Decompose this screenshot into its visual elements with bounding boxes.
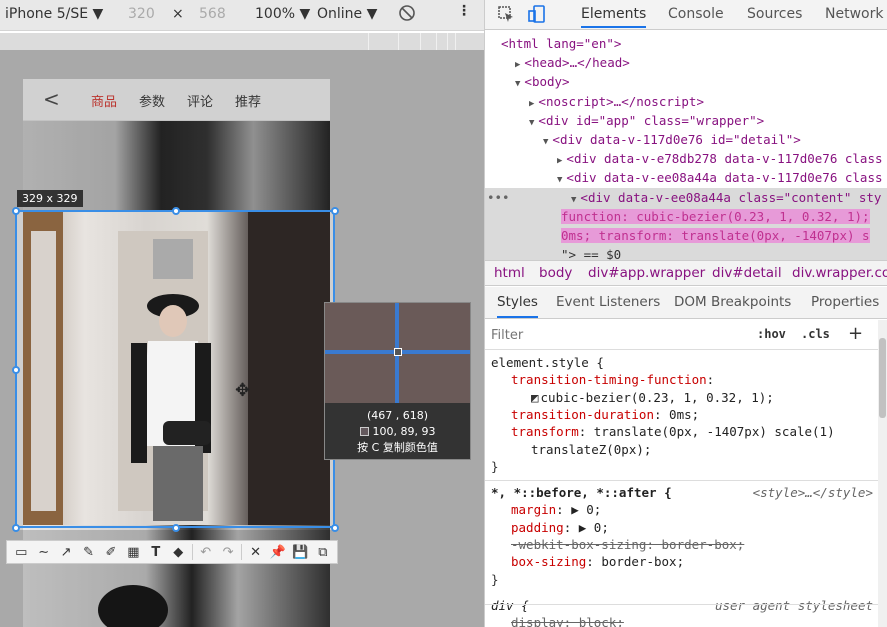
undo-icon[interactable]: ↶ bbox=[194, 541, 216, 563]
tab-network[interactable]: Network bbox=[825, 6, 883, 22]
new-rule-button[interactable]: + bbox=[848, 323, 863, 344]
tab-event-listeners[interactable]: Event Listeners bbox=[556, 294, 660, 310]
style-line[interactable]: element.style { bbox=[491, 354, 879, 371]
dom-node[interactable]: ▼ <div data-v-117d0e76 id="detail"> bbox=[543, 130, 801, 149]
cls-toggle[interactable]: .cls bbox=[801, 327, 830, 341]
curve-icon[interactable]: ∼ bbox=[32, 541, 54, 563]
rectangle-icon[interactable]: ▭ bbox=[10, 541, 32, 563]
style-line[interactable]: display: block; bbox=[511, 614, 624, 627]
height-input[interactable]: 568 bbox=[199, 6, 226, 22]
text-icon[interactable]: T bbox=[145, 541, 167, 563]
selection-size-label: 329 x 329 bbox=[17, 190, 83, 207]
dom-node[interactable]: ▼ <body> bbox=[515, 72, 570, 91]
style-line[interactable]: } bbox=[491, 571, 499, 588]
hov-toggle[interactable]: :hov bbox=[757, 327, 786, 341]
device-toolbar: iPhone 5/SE ▼ 320 × 568 100% ▼ Online ▼ … bbox=[0, 0, 484, 31]
device-toggle-icon[interactable] bbox=[528, 5, 546, 27]
magnified-view bbox=[325, 303, 470, 403]
color-magnifier: (467 , 618) 100, 89, 93 按 C 复制颜色值 bbox=[324, 302, 471, 460]
resize-handle[interactable] bbox=[172, 524, 180, 532]
inspect-icon[interactable] bbox=[497, 5, 515, 27]
dom-node[interactable]: function: cubic-bezier(0.23, 1, 0.32, 1)… bbox=[561, 207, 870, 226]
style-line[interactable]: box-sizing: border-box; bbox=[511, 553, 684, 570]
tab-sources[interactable]: Sources bbox=[747, 6, 802, 22]
arrow-icon[interactable]: ↗ bbox=[55, 541, 77, 563]
tab-console[interactable]: Console bbox=[668, 6, 724, 22]
styles-pane: element.style {transition-timing-functio… bbox=[485, 350, 880, 627]
devtools-tabbar: Elements Console Sources Network bbox=[485, 0, 887, 30]
zoom-select[interactable]: 100% ▼ bbox=[255, 6, 310, 22]
style-line[interactable]: *, *::before, *::after {<style>…</style> bbox=[491, 484, 879, 501]
devtools-panel: Elements Console Sources Network <html l… bbox=[484, 0, 887, 627]
tab-dom-breakpoints[interactable]: DOM Breakpoints bbox=[674, 294, 791, 310]
resize-handle[interactable] bbox=[172, 207, 180, 215]
breadcrumb-item[interactable]: div#app.wrapper bbox=[588, 265, 705, 281]
copy-icon[interactable]: ⧉ bbox=[312, 541, 334, 563]
dom-node[interactable]: ▼ <div id="app" class="wrapper"> bbox=[529, 111, 764, 130]
breadcrumb: html body div#app.wrapper div#detail div… bbox=[485, 260, 887, 286]
cursor-coords: (467 , 618) bbox=[366, 409, 429, 422]
resize-handle[interactable] bbox=[12, 524, 20, 532]
breadcrumb-item[interactable]: body bbox=[539, 265, 572, 281]
tab-styles[interactable]: Styles bbox=[497, 294, 538, 318]
breadcrumb-item[interactable]: html bbox=[494, 265, 525, 281]
resize-handle[interactable] bbox=[12, 207, 20, 215]
styles-scrollbar[interactable] bbox=[878, 320, 887, 627]
pin-icon[interactable]: 📌 bbox=[267, 541, 289, 563]
style-line[interactable]: margin: ▶ 0; bbox=[511, 501, 601, 518]
dom-node[interactable]: ▶ <noscript>…</noscript> bbox=[529, 92, 704, 111]
resize-handle[interactable] bbox=[331, 524, 339, 532]
dom-node[interactable]: <html lang="en"> bbox=[501, 34, 621, 53]
mosaic-icon[interactable]: ▦ bbox=[122, 541, 144, 563]
rotate-icon[interactable] bbox=[398, 4, 416, 26]
times-label: × bbox=[172, 6, 184, 22]
marker-icon[interactable]: ✐ bbox=[100, 541, 122, 563]
copy-color-hint: 按 C 复制颜色值 bbox=[357, 441, 438, 454]
tab-properties[interactable]: Properties bbox=[811, 294, 879, 310]
style-line[interactable]: ◩ cubic-bezier(0.23, 1, 0.32, 1); bbox=[531, 389, 774, 406]
media-query-bar bbox=[0, 33, 484, 50]
dom-node[interactable]: 0ms; transform: translate(0px, -1407px) … bbox=[561, 226, 870, 245]
tab-elements[interactable]: Elements bbox=[581, 6, 647, 28]
network-select[interactable]: Online ▼ bbox=[317, 6, 377, 22]
node-menu-icon[interactable]: ••• bbox=[487, 188, 510, 207]
pen-icon[interactable]: ✎ bbox=[77, 541, 99, 563]
dom-node[interactable]: ▼ <div data-v-ee08a44a class="content" st… bbox=[571, 188, 881, 207]
device-select[interactable]: iPhone 5/SE ▼ bbox=[5, 6, 103, 22]
style-line[interactable]: transform: translate(0px, -1407px) scale… bbox=[511, 423, 835, 440]
style-line[interactable]: translateZ(0px); bbox=[531, 441, 651, 458]
dom-node[interactable]: ▶ <div data-v-e78db278 data-v-117d0e76 cl… bbox=[557, 149, 883, 168]
style-line[interactable]: transition-duration: 0ms; bbox=[511, 406, 699, 423]
color-value: 100, 89, 93 bbox=[325, 424, 470, 440]
styles-tabbar: Styles Event Listeners DOM Breakpoints P… bbox=[485, 287, 887, 319]
close-icon[interactable]: ✕ bbox=[244, 541, 266, 563]
capture-selection[interactable]: ✥ bbox=[12, 207, 339, 532]
filter-input[interactable] bbox=[491, 326, 741, 344]
style-line[interactable]: -webkit-box-sizing: border-box; bbox=[511, 536, 744, 553]
dom-node[interactable]: ▶ <head>…</head> bbox=[515, 53, 630, 72]
move-cursor-icon: ✥ bbox=[235, 380, 251, 401]
more-icon[interactable]: ⋮ bbox=[457, 3, 471, 19]
resize-handle[interactable] bbox=[331, 207, 339, 215]
magnifier-info: (467 , 618) 100, 89, 93 按 C 复制颜色值 bbox=[325, 403, 470, 459]
capture-toolbar: ▭ ∼ ↗ ✎ ✐ ▦ T ◆ ↶ ↷ ✕ 📌 💾 ⧉ bbox=[6, 540, 338, 564]
style-line[interactable]: } bbox=[491, 458, 499, 475]
style-line[interactable]: transition-timing-function: bbox=[511, 371, 714, 388]
bezier-editor-icon[interactable]: ◩ bbox=[531, 390, 539, 405]
breadcrumb-item[interactable]: div#detail bbox=[712, 265, 782, 281]
eraser-icon[interactable]: ◆ bbox=[167, 541, 189, 563]
capture-mask bbox=[0, 50, 484, 210]
style-line[interactable]: padding: ▶ 0; bbox=[511, 519, 609, 536]
width-input[interactable]: 320 bbox=[128, 6, 155, 22]
dom-node[interactable]: ▼ <div data-v-ee08a44a data-v-117d0e76 cl… bbox=[557, 168, 883, 187]
style-line[interactable]: div {user agent stylesheet bbox=[491, 597, 879, 614]
color-swatch bbox=[359, 427, 369, 436]
dom-tree: <html lang="en"> ▶ <head>…</head> ▼ <body> ▶ <… bbox=[485, 31, 887, 262]
styles-filter-bar: :hov .cls + bbox=[485, 320, 887, 350]
breadcrumb-item[interactable]: div.wrapper.cor bbox=[792, 265, 887, 281]
redo-icon[interactable]: ↷ bbox=[217, 541, 239, 563]
resize-handle[interactable] bbox=[12, 366, 20, 374]
save-icon[interactable]: 💾 bbox=[289, 541, 311, 563]
